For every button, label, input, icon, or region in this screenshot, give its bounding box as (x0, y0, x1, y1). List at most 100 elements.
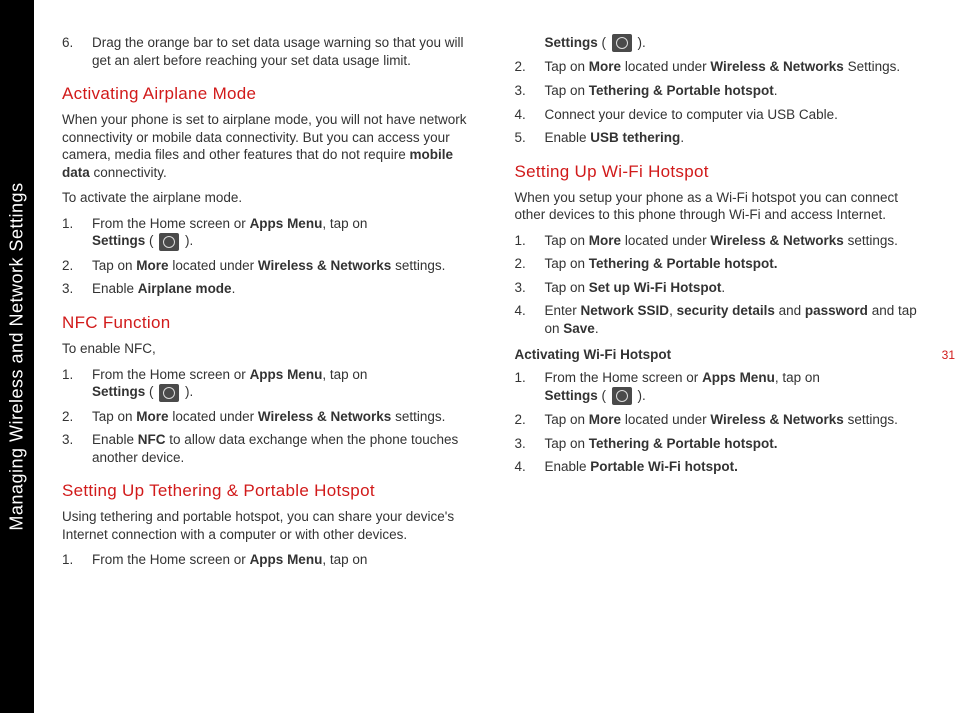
step-2: 2. Tap on More located under Wireless & … (62, 408, 479, 426)
text: settings. (391, 409, 445, 424)
step-text: From the Home screen or Apps Menu, tap o… (92, 366, 479, 402)
text: located under (621, 412, 710, 427)
step-6: 6. Drag the orange bar to set data usage… (62, 34, 479, 69)
bold-text: Apps Menu (250, 367, 323, 382)
step-1: 1. From the Home screen or Apps Menu, ta… (62, 366, 479, 402)
text: ( (598, 388, 610, 403)
bold-text: NFC (138, 432, 166, 447)
step-text: Tap on More located under Wireless & Net… (545, 232, 932, 250)
data-usage-step-continued: 6. Drag the orange bar to set data usage… (62, 34, 479, 69)
step-2: 2. Tap on More located under Wireless & … (515, 58, 932, 76)
text: ). (181, 384, 193, 399)
step-number: 1. (62, 366, 92, 402)
nfc-intro: To enable NFC, (62, 340, 479, 358)
text: ). (634, 388, 646, 403)
text: Enable (545, 459, 591, 474)
step-text: Tap on Tethering & Portable hotspot. (545, 255, 932, 273)
step-number: 1. (62, 551, 92, 569)
step-number: 4. (515, 302, 545, 337)
step-1: 1. From the Home screen or Apps Menu, ta… (62, 551, 479, 569)
text: located under (621, 233, 710, 248)
text: settings. (391, 258, 445, 273)
step-text: Drag the orange bar to set data usage wa… (92, 34, 479, 69)
step-number: 5. (515, 129, 545, 147)
step-text: From the Home screen or Apps Menu, tap o… (545, 369, 932, 405)
step-2: 2. Tap on More located under Wireless & … (62, 257, 479, 275)
step-text: Enable Portable Wi-Fi hotspot. (545, 458, 932, 476)
step-3: 3. Enable Airplane mode. (62, 280, 479, 298)
text: connectivity. (90, 165, 167, 180)
text: , (669, 303, 677, 318)
text: Tap on (545, 436, 589, 451)
step-text: Enable USB tethering. (545, 129, 932, 147)
step-4: 4. Enable Portable Wi-Fi hotspot. (515, 458, 932, 476)
bold-text: Tethering & Portable hotspot (589, 83, 774, 98)
step-number: 6. (62, 34, 92, 69)
bold-text: Portable Wi-Fi hotspot. (590, 459, 738, 474)
text: located under (169, 258, 258, 273)
step-2: 2. Tap on Tethering & Portable hotspot. (515, 255, 932, 273)
text: When your phone is set to airplane mode,… (62, 112, 466, 162)
text: From the Home screen or (92, 552, 250, 567)
bold-text: Wireless & Networks (710, 59, 843, 74)
text: , tap on (322, 216, 367, 231)
bold-text: Settings (92, 384, 145, 399)
bold-text: Wireless & Networks (710, 233, 843, 248)
step-1: 1. Tap on More located under Wireless & … (515, 232, 932, 250)
step-text: Enter Network SSID, security details and… (545, 302, 932, 337)
step-number: 1. (515, 232, 545, 250)
step-number: 2. (62, 257, 92, 275)
text: ). (181, 233, 193, 248)
bold-text: Wireless & Networks (710, 412, 843, 427)
step-number: 4. (515, 458, 545, 476)
text: ( (598, 35, 610, 50)
wifi-steps: 1. Tap on More located under Wireless & … (515, 232, 932, 338)
bold-text: Apps Menu (702, 370, 775, 385)
heading-airplane-mode: Activating Airplane Mode (62, 83, 479, 105)
text: settings. (844, 233, 898, 248)
step-text: Connect your device to computer via USB … (545, 106, 932, 124)
text: Settings. (844, 59, 900, 74)
text: Tap on (545, 83, 589, 98)
activating-wifi-steps: 1. From the Home screen or Apps Menu, ta… (515, 369, 932, 476)
text: Enable (545, 130, 591, 145)
text: Tap on (545, 233, 589, 248)
text: located under (169, 409, 258, 424)
text: located under (621, 59, 710, 74)
step-number: 2. (515, 58, 545, 76)
tether-step-1-continued: Settings ( ). (515, 34, 932, 52)
bold-text: More (589, 59, 621, 74)
text: Tap on (92, 258, 136, 273)
heading-tethering: Setting Up Tethering & Portable Hotspot (62, 480, 479, 502)
bold-text: More (589, 233, 621, 248)
step-text: Tap on Set up Wi-Fi Hotspot. (545, 279, 932, 297)
settings-gear-icon (159, 384, 179, 402)
bold-text: Settings (545, 35, 598, 50)
step-1: 1. From the Home screen or Apps Menu, ta… (62, 215, 479, 251)
nfc-steps: 1. From the Home screen or Apps Menu, ta… (62, 366, 479, 467)
tether-intro: Using tethering and portable hotspot, yo… (62, 508, 479, 543)
step-number: 3. (62, 431, 92, 466)
bold-text: USB tethering (590, 130, 680, 145)
bold-text: More (589, 412, 621, 427)
step-number: 3. (515, 435, 545, 453)
airplane-activate-line: To activate the airplane mode. (62, 189, 479, 207)
step-text: Enable Airplane mode. (92, 280, 479, 298)
step-number: 3. (515, 82, 545, 100)
step-4: 4. Enter Network SSID, security details … (515, 302, 932, 337)
text: Tap on (545, 256, 589, 271)
settings-gear-icon (159, 233, 179, 251)
step-5: 5. Enable USB tethering. (515, 129, 932, 147)
content-columns: 6. Drag the orange bar to set data usage… (62, 34, 931, 693)
step-1: 1. From the Home screen or Apps Menu, ta… (515, 369, 932, 405)
bold-text: Wireless & Networks (258, 409, 391, 424)
step-number: 2. (62, 408, 92, 426)
step-3: 3. Tap on Set up Wi-Fi Hotspot. (515, 279, 932, 297)
left-column: 6. Drag the orange bar to set data usage… (62, 34, 479, 693)
text: Enter (545, 303, 581, 318)
step-text: From the Home screen or Apps Menu, tap o… (92, 551, 479, 569)
bold-text: Tethering & Portable hotspot. (589, 256, 778, 271)
step-number: 4. (515, 106, 545, 124)
text: settings. (844, 412, 898, 427)
step-text: Tap on More located under Wireless & Net… (92, 408, 479, 426)
